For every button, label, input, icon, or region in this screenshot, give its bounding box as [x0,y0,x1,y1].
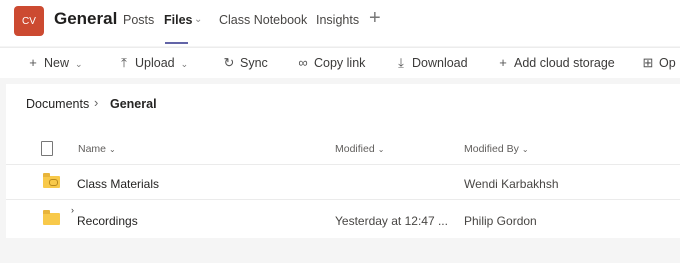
team-header: CV General Posts Files ⌄ Class Notebook … [0,0,680,46]
table-row-name[interactable]: Recordings [77,214,138,228]
team-name[interactable]: General [54,9,117,29]
column-name-label: Name [78,143,107,155]
column-modified-label: Modified [335,143,375,155]
upload-icon: ⤒ [121,55,127,70]
breadcrumb-current: General [110,97,157,111]
add-cloud-storage-label: Add cloud storage [514,56,615,70]
column-header-name[interactable]: Name ⌄ [78,143,116,155]
tab-files[interactable]: Files [164,13,193,27]
sync-icon: ↻ [223,55,235,70]
table-row-modified-by: Philip Gordon [464,214,537,228]
folder-icon [43,210,60,225]
chevron-down-icon: ⌄ [377,145,385,154]
table-row-modified: Yesterday at 12:47 ... [335,214,448,228]
column-header-modified[interactable]: Modified ⌄ [335,143,384,155]
breadcrumb-documents[interactable]: Documents [26,97,89,111]
new-button[interactable]: + New ⌄ [26,55,83,70]
download-label: Download [412,56,468,70]
new-label: New [44,56,70,70]
chevron-right-icon: › [94,95,99,110]
open-icon: ⊞ [642,55,654,70]
column-modified-by-label: Modified By [464,143,519,155]
chevron-down-icon: ⌄ [75,59,83,69]
open-button[interactable]: ⊞ Op [641,55,676,71]
header-divider [6,164,680,165]
add-cloud-storage-button[interactable]: + Add cloud storage [496,55,615,70]
copy-link-button[interactable]: ∞ Copy link [296,55,365,70]
document-icon[interactable] [41,141,53,156]
table-row-name[interactable]: Class Materials [77,177,159,191]
plus-icon: + [499,55,507,70]
download-icon: ⤓ [398,55,404,70]
sync-status-icon: › [71,205,74,215]
plus-icon: + [29,55,37,70]
add-tab-icon[interactable]: + [369,7,381,30]
table-row-modified-by: Wendi Karbakhsh [464,177,559,191]
row-divider [6,199,680,200]
column-header-modified-by[interactable]: Modified By ⌄ [464,143,529,155]
active-tab-indicator [165,42,188,44]
tab-class-notebook[interactable]: Class Notebook [219,13,307,27]
upload-label: Upload [135,56,175,70]
download-button[interactable]: ⤓ Download [394,55,468,71]
command-bar: + New ⌄ ⤒ Upload ⌄ ↻ Sync ∞ Copy link ⤓ Downloa… [0,47,680,78]
upload-button[interactable]: ⤒ Upload ⌄ [117,55,188,71]
sync-button[interactable]: ↻ Sync [222,55,268,71]
chevron-down-icon: ⌄ [180,59,189,69]
link-icon: ∞ [298,55,308,70]
sync-label: Sync [240,56,268,70]
tab-insights[interactable]: Insights [316,13,359,27]
chevron-down-icon: ⌄ [521,145,529,154]
tab-posts[interactable]: Posts [123,13,154,27]
chevron-down-icon: ⌄ [109,145,116,154]
chevron-down-icon[interactable]: ⌄ [194,14,202,25]
open-label: Op [659,56,676,70]
shared-folder-icon [43,173,60,188]
team-avatar[interactable]: CV [14,6,44,36]
copy-link-label: Copy link [314,56,366,70]
